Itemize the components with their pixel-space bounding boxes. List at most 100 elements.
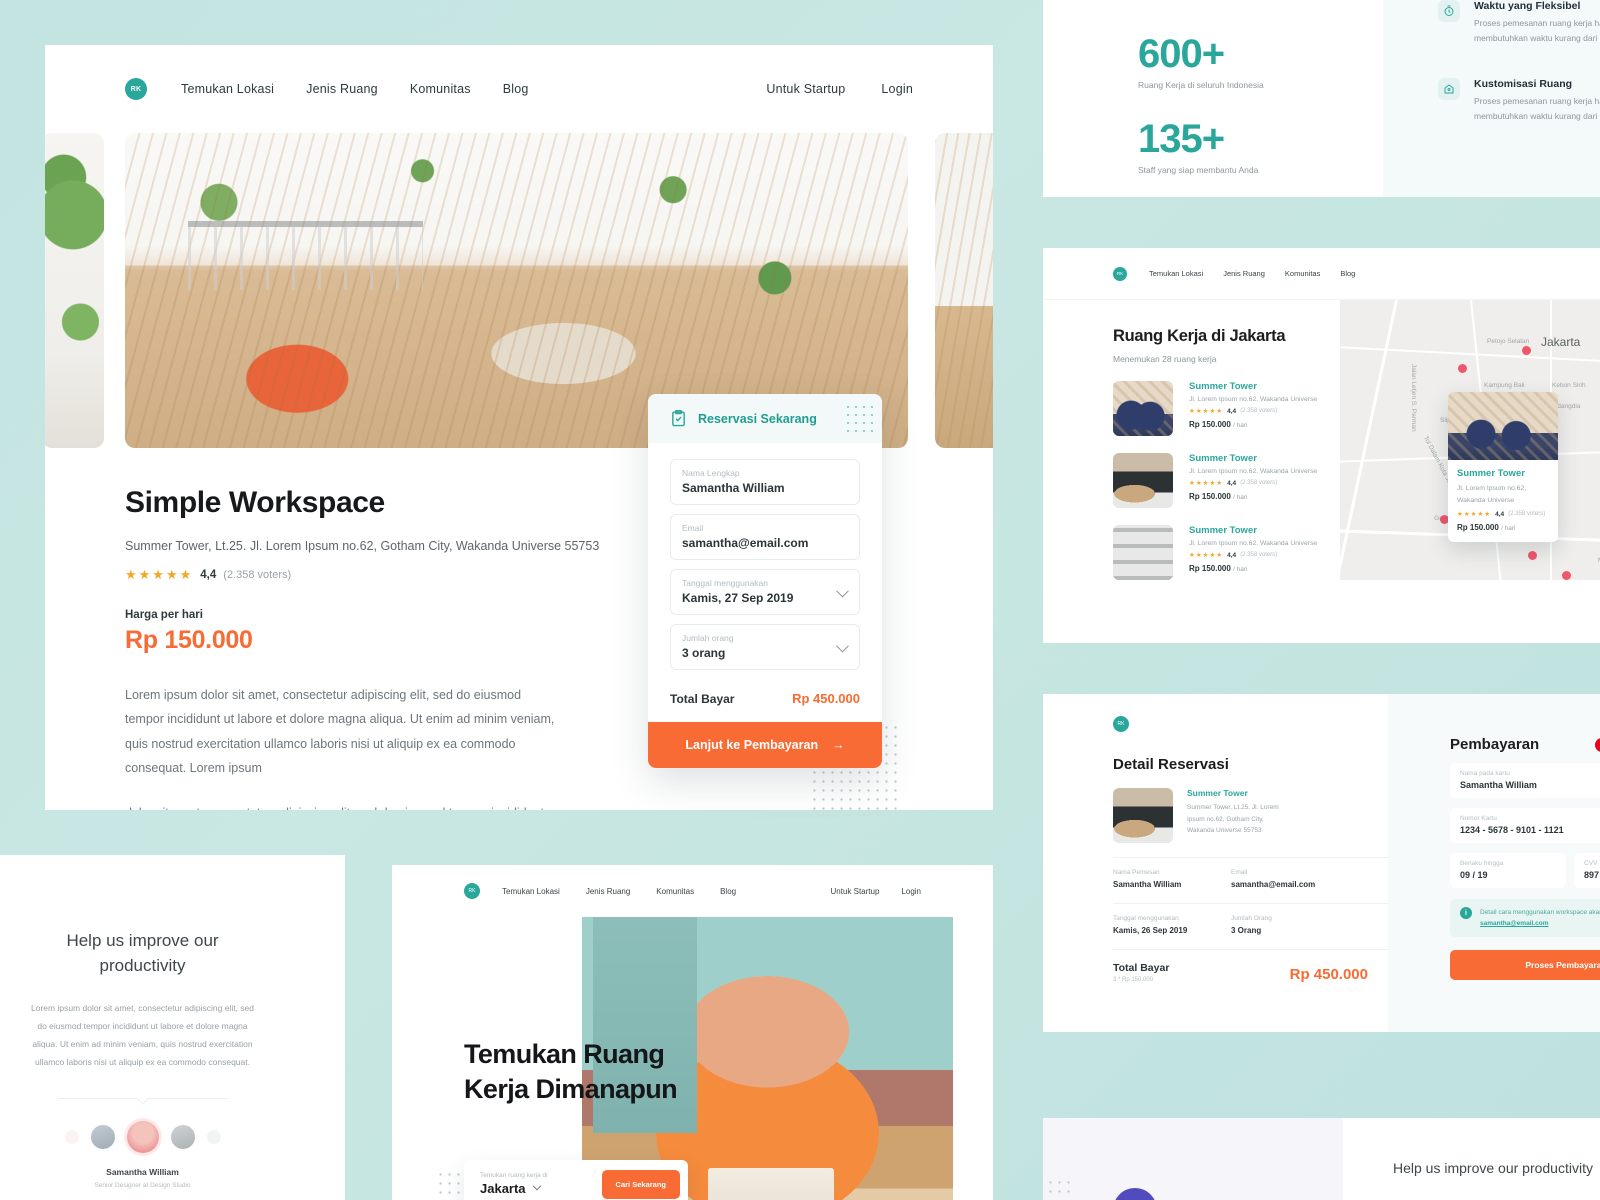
payment-field-nomor-kartu[interactable]: Nomor Kartu 1234 - 5678 - 9101 - 1121 [1450, 808, 1600, 843]
reserved-room-thumbnail [1113, 788, 1173, 843]
nav-item-login[interactable]: Login [881, 82, 913, 96]
info-value: Kamis, 26 Sep 2019 [1113, 926, 1188, 935]
nav-right: Untuk Startup Login [766, 82, 913, 96]
result-price-per: / hari [1233, 422, 1248, 429]
payment-note-email[interactable]: samantha@email.com [1480, 920, 1548, 927]
reservation-detail-page: RK Detail Reservasi Summer Tower Summer … [1043, 694, 1600, 1032]
result-rating-value: 4,4 [1227, 479, 1237, 487]
reservation-total: Total Bayar 3 * Rp 150.000 Rp 450.000 [1113, 962, 1388, 983]
result-voters: (2.358 voters) [1240, 480, 1278, 486]
payment-field-cvv[interactable]: CVV 897 [1574, 853, 1600, 888]
result-rating: ★★★★★ 4,4 (2.358 voters) [1189, 479, 1317, 488]
feature-desc-2: Proses pemesanan ruang kerja hanya membu… [1474, 95, 1600, 121]
map-popup-name[interactable]: Summer Tower [1457, 468, 1549, 479]
search-nav-jenis-ruang[interactable]: Jenis Ruang [1223, 269, 1265, 278]
reservation-card-header: Reservasi Sekarang [648, 394, 882, 443]
divider [1113, 949, 1388, 950]
payment-field-expiry[interactable]: Berlaku hingga 09 / 19 [1450, 853, 1566, 888]
landing-nav-blog[interactable]: Blog [720, 887, 736, 896]
list-item[interactable]: Summer Tower Jl. Lorem Ipsum no.62, Waka… [1113, 453, 1340, 508]
payment-row-expiry-cvv: Berlaku hingga 09 / 19 CVV 897 [1450, 843, 1600, 888]
map-label-jakarta: Jakarta [1541, 335, 1581, 349]
continue-to-payment-button[interactable]: Lanjut ke Pembayaran → [648, 722, 882, 768]
field-label-jumlah: Jumlah orang [682, 633, 734, 643]
info-email: Email samantha@email.com [1231, 869, 1349, 889]
result-name[interactable]: Summer Tower [1189, 381, 1317, 392]
field-jumlah-orang[interactable]: Jumlah orang 3 orang [670, 624, 860, 670]
star-icons: ★★★★★ [1189, 480, 1224, 487]
payment-title: Pembayaran [1450, 736, 1540, 753]
map-pin[interactable] [1562, 571, 1571, 580]
result-address: Jl. Lorem Ipsum no.62, Wakanda Universe [1189, 396, 1318, 403]
avatar-active[interactable] [126, 1120, 159, 1153]
reservation-total-value: Rp 450.000 [1289, 966, 1368, 983]
star-icons: ★★★★★ [1457, 511, 1492, 519]
hero-image-prev[interactable] [45, 133, 104, 448]
map-popup-card[interactable]: Summer Tower Jl. Lorem Ipsum no.62, Waka… [1448, 392, 1558, 543]
reservation-card-title: Reservasi Sekarang [698, 411, 817, 426]
hero-search-bar: Temukan ruang kerja di Jakarta Cari Seka… [464, 1160, 688, 1200]
chevron-down-icon-city[interactable] [532, 1181, 541, 1190]
result-thumbnail[interactable] [1113, 381, 1173, 436]
avatar[interactable] [90, 1124, 115, 1149]
landing-nav-login[interactable]: Login [901, 887, 921, 896]
avatar[interactable] [206, 1129, 221, 1144]
map-pin[interactable] [1458, 364, 1467, 373]
list-item[interactable]: Summer Tower Jl. Lorem Ipsum no.62, Waka… [1113, 381, 1340, 436]
nav-item-komunitas[interactable]: Komunitas [410, 82, 471, 96]
landing-navbar: RK Temukan Lokasi Jenis Ruang Komunitas … [392, 865, 993, 917]
payment-note-prefix: Detail cara menggunakan workspace akan k… [1480, 909, 1600, 916]
result-name[interactable]: Summer Tower [1189, 453, 1317, 464]
hero-search-select[interactable]: Temukan ruang kerja di Jakarta [480, 1172, 548, 1196]
search-results-page: RK Temukan Lokasi Jenis Ruang Komunitas … [1043, 248, 1600, 643]
search-nav-blog[interactable]: Blog [1340, 269, 1355, 278]
field-tanggal[interactable]: Tanggal menggunakan Kamis, 27 Sep 2019 [670, 569, 860, 615]
map-label-petojo: Petojo Selatan [1487, 338, 1530, 345]
result-rating-value: 4,4 [1227, 407, 1237, 415]
field-email[interactable]: Email samantha@email.com [670, 514, 860, 560]
nav-item-temukan-lokasi[interactable]: Temukan Lokasi [181, 82, 274, 96]
avatar[interactable] [170, 1124, 195, 1149]
reservation-detail-title: Detail Reservasi [1113, 756, 1229, 773]
hero-image-next[interactable] [935, 133, 993, 448]
landing-nav-komunitas[interactable]: Komunitas [656, 887, 694, 896]
card-brand-icons: VISA [1595, 737, 1600, 752]
field-nama-lengkap[interactable]: Nama Lengkap Samantha William [670, 459, 860, 505]
info-tanggal: Tanggal menggunakan Kamis, 26 Sep 2019 [1113, 915, 1231, 935]
result-thumbnail[interactable] [1113, 525, 1173, 580]
process-payment-button[interactable]: Proses Pembayaran [1450, 950, 1600, 981]
field-value-tanggal: Kamis, 27 Sep 2019 [682, 591, 794, 605]
map-popup-rating-value: 4,4 [1495, 510, 1505, 518]
payment-field-nama-kartu[interactable]: Nama pada kartu Samantha William [1450, 763, 1600, 798]
logo-mini-landing[interactable]: RK [464, 883, 480, 899]
landing-nav-temukan-lokasi[interactable]: Temukan Lokasi [502, 887, 560, 896]
logo-mini-search[interactable]: RK [1113, 266, 1127, 281]
result-price: Rp 150.000 / hari [1189, 492, 1317, 501]
hero-search-value: Jakarta [480, 1181, 526, 1196]
map-view[interactable]: Jakarta Petojo Selatan Senen Kampung Bal… [1340, 300, 1600, 580]
search-now-button[interactable]: Cari Sekarang [601, 1169, 680, 1199]
total-label: Total Bayar [670, 691, 735, 706]
payment-info-note: i Detail cara menggunakan workspace akan… [1450, 899, 1600, 938]
map-pin[interactable] [1522, 346, 1531, 355]
logo[interactable]: RK [125, 78, 147, 100]
field-label-email: Email [682, 523, 704, 533]
map-pin[interactable] [1528, 551, 1537, 560]
payment-field-label: Berlaku hingga [1460, 860, 1504, 867]
feature-title-2: Kustomisasi Ruang [1474, 77, 1573, 90]
landing-nav-untuk-startup[interactable]: Untuk Startup [831, 887, 880, 896]
search-nav-komunitas[interactable]: Komunitas [1285, 269, 1320, 278]
result-name[interactable]: Summer Tower [1189, 525, 1317, 536]
search-nav-temukan-lokasi[interactable]: Temukan Lokasi [1149, 269, 1203, 278]
landing-nav-right: Untuk Startup Login [831, 887, 922, 896]
reservation-total-label: Total Bayar [1113, 962, 1170, 974]
result-thumbnail[interactable] [1113, 453, 1173, 508]
nav-item-blog[interactable]: Blog [503, 82, 529, 96]
nav-item-untuk-startup[interactable]: Untuk Startup [766, 82, 845, 96]
nav-item-jenis-ruang[interactable]: Jenis Ruang [306, 82, 378, 96]
landing-nav-jenis-ruang[interactable]: Jenis Ruang [586, 887, 630, 896]
avatar[interactable] [64, 1129, 79, 1144]
logo-mini-detail[interactable]: RK [1113, 716, 1129, 732]
list-item[interactable]: Summer Tower Jl. Lorem Ipsum no.62, Waka… [1113, 525, 1340, 580]
nav-links: Temukan Lokasi Jenis Ruang Komunitas Blo… [181, 82, 529, 96]
